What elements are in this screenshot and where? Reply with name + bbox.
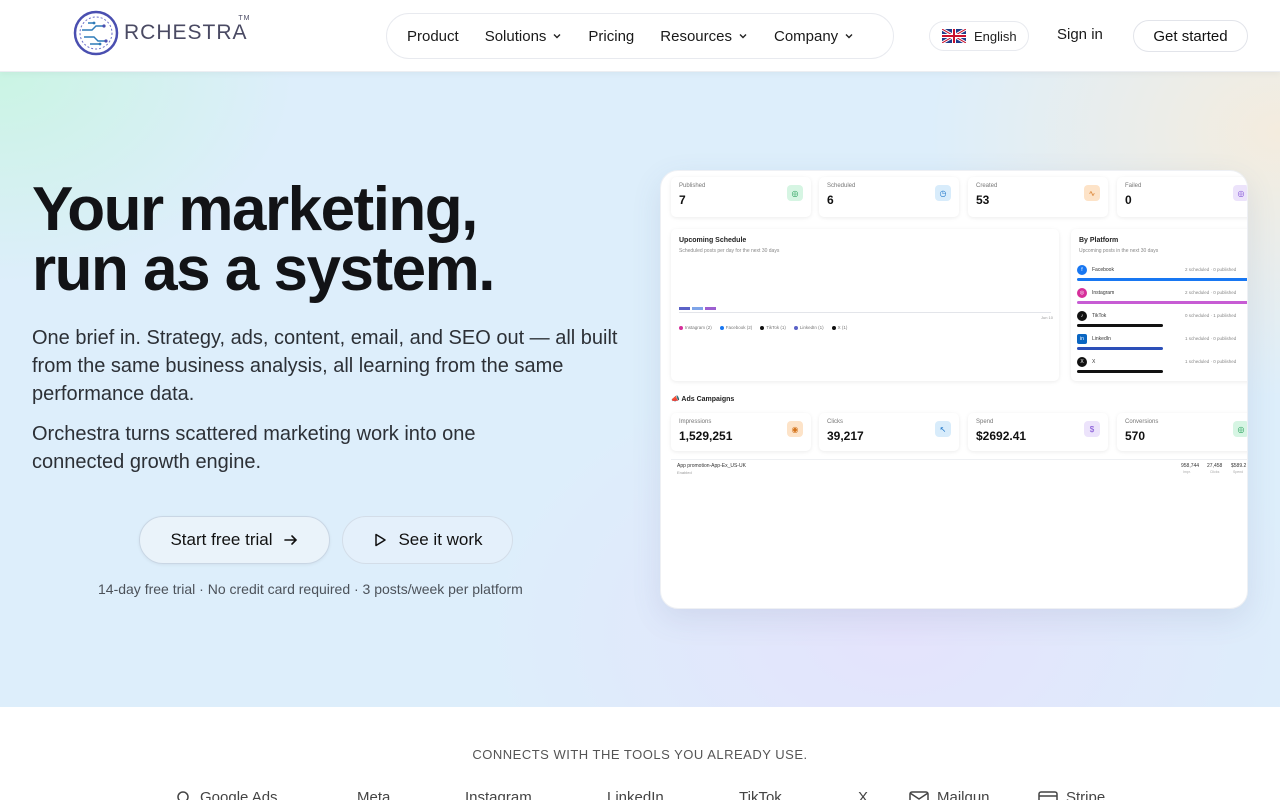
tool-tiktok: TikTok (739, 789, 782, 800)
hero-description: Orchestra turns scattered marketing work… (32, 423, 476, 473)
uk-flag-icon (942, 29, 966, 43)
ads-stat-clicks: Clicks 39,217 ↖ (819, 413, 959, 451)
stat-card-scheduled: Scheduled 6 ◷ (819, 177, 959, 217)
tool-meta: Meta (357, 789, 391, 800)
by-platform-panel: By Platform Upcoming posts in the next 3… (1071, 229, 1247, 381)
hero-subtitle: One brief in. Strategy, ads, content, em… (32, 327, 618, 405)
integrations-title: CONNECTS WITH THE TOOLS YOU ALREADY USE. (472, 747, 808, 762)
hero-headline: Your marketing, run as a system. (32, 175, 495, 304)
eye-icon: ◉ (787, 421, 803, 437)
start-free-trial-label: Start free trial (170, 530, 273, 549)
platform-row-x: X X 1 scheduled · 0 published (1077, 357, 1247, 377)
target-icon: ◎ (1233, 421, 1247, 437)
x-icon: X (1077, 357, 1087, 367)
tool-x: X (858, 789, 869, 800)
chevron-down-icon (845, 34, 853, 39)
check-circle-icon: ◎ (787, 185, 803, 201)
stat-card-created: Created 53 ∿ (968, 177, 1108, 217)
ads-campaigns-heading: 📣 Ads Campaigns (671, 396, 735, 403)
schedule-legend: Instagram (2) Facebook (2) TikTok (1) Li… (679, 325, 847, 330)
upcoming-schedule-panel: Upcoming Schedule Scheduled posts per da… (671, 229, 1059, 381)
cursor-icon: ↖ (935, 421, 951, 437)
tool-google-ads: Google Ads (176, 789, 278, 800)
see-it-work-label: See it work (398, 530, 483, 549)
play-icon (375, 533, 387, 547)
chevron-down-icon (553, 34, 561, 39)
platform-row-instagram: ◎ Instagram 2 scheduled · 0 published (1077, 288, 1247, 308)
tool-instagram: Instagram (465, 789, 532, 800)
facebook-icon: f (1077, 265, 1087, 275)
sign-in-link[interactable]: Sign in (1057, 26, 1103, 43)
megaphone-icon: 📣 (671, 396, 680, 403)
platform-row-facebook: f Facebook 2 scheduled · 0 published (1077, 265, 1247, 285)
clock-icon: ◷ (935, 185, 951, 201)
tiktok-icon: ♪ (1077, 311, 1087, 321)
mail-icon (909, 790, 929, 800)
ads-stat-impressions: Impressions 1,529,251 ◉ (671, 413, 811, 451)
orchestra-logo-icon (73, 10, 119, 56)
hero-section: Your marketing, run as a system. One brie… (0, 72, 1280, 707)
tool-mailgun: Mailgun (909, 789, 990, 800)
chevron-down-icon (739, 34, 747, 39)
platform-row-tiktok: ♪ TikTok 0 scheduled · 1 published (1077, 311, 1247, 331)
credit-card-icon (1038, 790, 1058, 800)
see-it-work-button[interactable]: See it work (342, 516, 513, 564)
tool-linkedin: LinkedIn (607, 789, 664, 800)
top-navbar: RCHESTRA TM Product Solutions Pricing Res… (0, 0, 1280, 72)
pulse-icon: ∿ (1084, 185, 1100, 201)
menu-resources[interactable]: Resources (660, 28, 748, 45)
tool-stripe: Stripe (1038, 789, 1105, 800)
menu-pricing[interactable]: Pricing (588, 28, 634, 45)
trial-fineprint: 14-day free trial · No credit card requi… (98, 581, 523, 597)
menu-company[interactable]: Company (774, 28, 854, 45)
linkedin-icon: in (1077, 334, 1087, 344)
campaign-row: App promotion-App-Ex_US-UK Enabled 958,7… (671, 459, 1247, 479)
arrow-right-icon (283, 535, 297, 545)
dashboard-preview: Published 7 ◎ Scheduled 6 ◷ Created 53 ∿ Fa… (660, 170, 1248, 609)
search-icon (177, 790, 189, 800)
schedule-bars (679, 307, 716, 310)
menu-solutions[interactable]: Solutions (485, 28, 563, 45)
get-started-button[interactable]: Get started (1133, 20, 1248, 52)
stat-card-failed: Failed 0 ◎ (1117, 177, 1247, 217)
logo-wordmark: RCHESTRA TM (124, 15, 251, 44)
language-label: English (974, 28, 1017, 44)
menu-product[interactable]: Product (407, 28, 459, 45)
stat-card-published: Published 7 ◎ (671, 177, 811, 217)
integrations-logos: Google Ads Meta Instagram LinkedIn TikTo… (0, 789, 1280, 800)
orchestra-logo[interactable]: RCHESTRA TM (72, 10, 251, 56)
dollar-icon: $ (1084, 421, 1100, 437)
instagram-icon: ◎ (1077, 288, 1087, 298)
integrations-section: CONNECTS WITH THE TOOLS YOU ALREADY USE.… (0, 707, 1280, 800)
ads-stat-conversions: Conversions 570 ◎ (1117, 413, 1247, 451)
platform-row-linkedin: in LinkedIn 1 scheduled · 0 published (1077, 334, 1247, 354)
language-selector[interactable]: English (929, 21, 1029, 51)
start-free-trial-button[interactable]: Start free trial (139, 516, 330, 564)
alert-icon: ◎ (1233, 185, 1247, 201)
main-menu: Product Solutions Pricing Resources Comp… (386, 13, 894, 59)
ads-stat-spend: Spend $2692.41 $ (968, 413, 1108, 451)
